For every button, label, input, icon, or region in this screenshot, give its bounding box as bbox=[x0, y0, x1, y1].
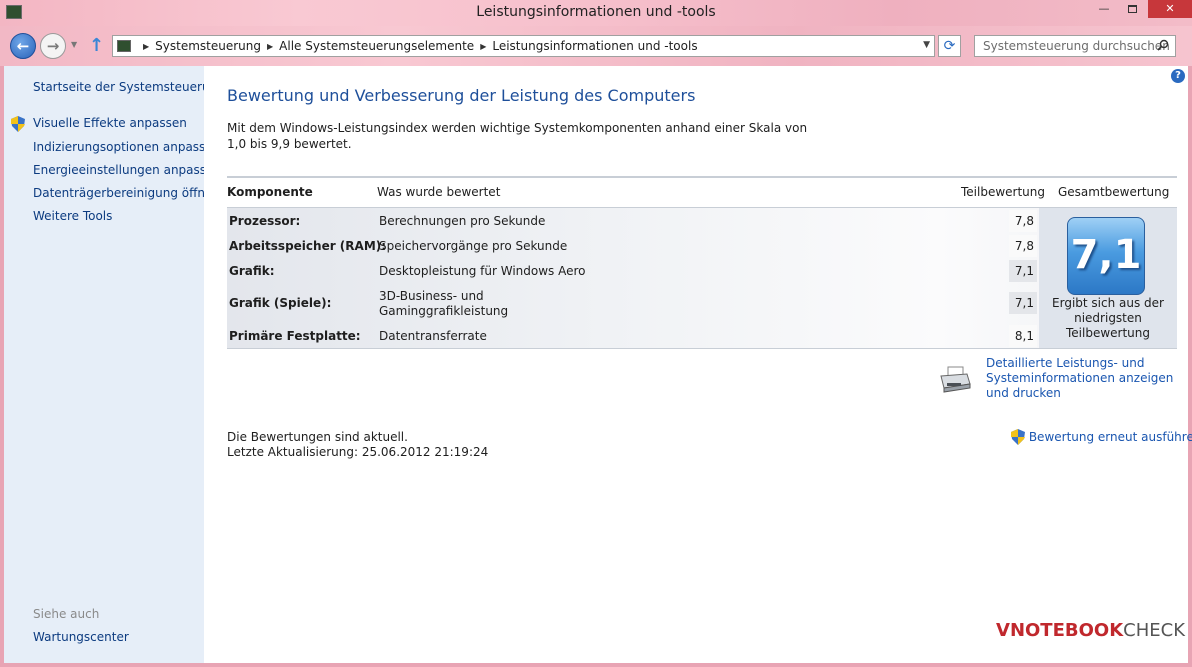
title-bar: Leistungsinformationen und -tools — ✕ bbox=[0, 0, 1192, 26]
main-content: ? Bewertung und Verbesserung der Leistun… bbox=[204, 66, 1192, 663]
rerun-assessment-link[interactable]: Bewertung erneut ausführen bbox=[1011, 429, 1192, 445]
breadcrumb-item[interactable]: Alle Systemsteuerungselemente bbox=[279, 39, 474, 53]
sidebar: Startseite der Systemsteuerung Visuelle … bbox=[4, 66, 225, 663]
watermark-notebook: NOTEBOOK bbox=[1009, 620, 1124, 641]
table-divider bbox=[227, 176, 1177, 178]
refresh-button[interactable]: ⟳ bbox=[938, 35, 961, 57]
intro-text: Mit dem Windows-Leistungsindex werden wi… bbox=[227, 121, 808, 151]
uac-shield-icon bbox=[1011, 429, 1025, 445]
maximize-button[interactable] bbox=[1119, 0, 1145, 18]
watermark-check: CHECK bbox=[1123, 620, 1186, 641]
search-placeholder: Systemsteuerung durchsuchen bbox=[983, 39, 1170, 53]
maximize-icon bbox=[1127, 5, 1137, 13]
up-button[interactable]: ↑ bbox=[89, 35, 104, 56]
table-row-score: 7,8 bbox=[1009, 210, 1037, 232]
table-row-label: Grafik (Spiele): bbox=[229, 296, 332, 310]
table-row-what: Speichervorgänge pro Sekunde bbox=[379, 239, 568, 253]
minimize-button[interactable]: — bbox=[1091, 0, 1117, 18]
sidebar-item-visual-effects[interactable]: Visuelle Effekte anpassen bbox=[33, 116, 187, 130]
table-row-what: Berechnungen pro Sekunde bbox=[379, 214, 546, 228]
control-panel-icon bbox=[117, 40, 131, 52]
table-row-label: Grafik: bbox=[229, 264, 275, 278]
base-score-badge: 7,1 bbox=[1067, 217, 1145, 295]
address-bar[interactable]: ▶ Systemsteuerung ▶ Alle Systemsteuerungsel… bbox=[112, 35, 935, 57]
table-row-score: 7,1 bbox=[1009, 292, 1037, 314]
table-row-label: Prozessor: bbox=[229, 214, 301, 228]
table-row-score: 8,1 bbox=[1009, 325, 1037, 347]
breadcrumb: ▶ Systemsteuerung ▶ Alle Systemsteuerungsel… bbox=[137, 39, 698, 53]
search-input[interactable]: Systemsteuerung durchsuchen bbox=[974, 35, 1176, 57]
breadcrumb-separator-icon[interactable]: ▶ bbox=[267, 42, 273, 51]
printer-icon bbox=[940, 366, 971, 393]
see-also-heading: Siehe auch bbox=[33, 607, 100, 621]
close-button[interactable]: ✕ bbox=[1148, 0, 1192, 18]
table-row-label: Primäre Festplatte: bbox=[229, 329, 361, 343]
score-table: Prozessor: Berechnungen pro Sekunde 7,8 … bbox=[227, 207, 1177, 349]
column-header-basescore: Gesamtbewertung bbox=[1058, 185, 1170, 199]
table-row-score: 7,8 bbox=[1009, 235, 1037, 257]
sidebar-item-more-tools[interactable]: Weitere Tools bbox=[33, 209, 112, 223]
page-title: Bewertung und Verbesserung der Leistung … bbox=[227, 86, 696, 105]
back-button[interactable]: ← bbox=[10, 33, 36, 59]
table-row-what: Datentransferrate bbox=[379, 329, 487, 343]
recent-pages-dropdown[interactable]: ▼ bbox=[71, 40, 77, 49]
table-row-score: 7,1 bbox=[1009, 260, 1037, 282]
last-update-text: Letzte Aktualisierung: 25.06.2012 21:19:… bbox=[227, 445, 489, 459]
table-row-what: 3D-Business- und Gaminggrafikleistung bbox=[379, 289, 509, 318]
sidebar-item-action-center[interactable]: Wartungscenter bbox=[33, 630, 129, 644]
notebookcheck-watermark: VNOTEBOOKCHECK bbox=[996, 620, 1185, 641]
address-dropdown-icon[interactable]: ▼ bbox=[923, 40, 930, 50]
breadcrumb-separator-icon[interactable]: ▶ bbox=[480, 42, 486, 51]
table-row-what: Desktopleistung für Windows Aero bbox=[379, 264, 586, 278]
rerun-assessment-label[interactable]: Bewertung erneut ausführen bbox=[1029, 430, 1192, 444]
column-header-what: Was wurde bewertet bbox=[377, 185, 501, 199]
window-title: Leistungsinformationen und -tools bbox=[476, 4, 716, 20]
forward-button[interactable]: → bbox=[40, 33, 66, 59]
search-icon[interactable] bbox=[1157, 39, 1169, 54]
sidebar-item-power[interactable]: Energieeinstellungen anpassen bbox=[33, 163, 221, 177]
help-icon[interactable]: ? bbox=[1171, 69, 1185, 83]
base-score-caption: Ergibt sich aus der niedrigsten Teilbewe… bbox=[1052, 296, 1164, 340]
table-row-label: Arbeitsspeicher (RAM): bbox=[229, 239, 387, 253]
uac-shield-icon bbox=[11, 116, 25, 132]
base-score-panel: 7,1 Ergibt sich aus der niedrigsten Teil… bbox=[1039, 208, 1177, 348]
sidebar-item-disk-cleanup[interactable]: Datenträgerbereinigung öffnen bbox=[33, 186, 220, 200]
breadcrumb-separator-icon[interactable]: ▶ bbox=[143, 42, 149, 51]
breadcrumb-item[interactable]: Leistungsinformationen und -tools bbox=[492, 39, 697, 53]
detailed-info-link[interactable]: Detaillierte Leistungs- und Systeminform… bbox=[986, 356, 1181, 401]
status-text: Die Bewertungen sind aktuell. bbox=[227, 430, 408, 444]
column-header-component: Komponente bbox=[227, 185, 313, 199]
watermark-v: V bbox=[996, 620, 1010, 641]
sidebar-item-home[interactable]: Startseite der Systemsteuerung bbox=[33, 80, 225, 94]
column-header-subscore: Teilbewertung bbox=[961, 185, 1046, 199]
base-score-value: 7,1 bbox=[1070, 232, 1142, 278]
breadcrumb-item[interactable]: Systemsteuerung bbox=[155, 39, 261, 53]
sidebar-item-indexing[interactable]: Indizierungsoptionen anpassen bbox=[33, 140, 220, 154]
